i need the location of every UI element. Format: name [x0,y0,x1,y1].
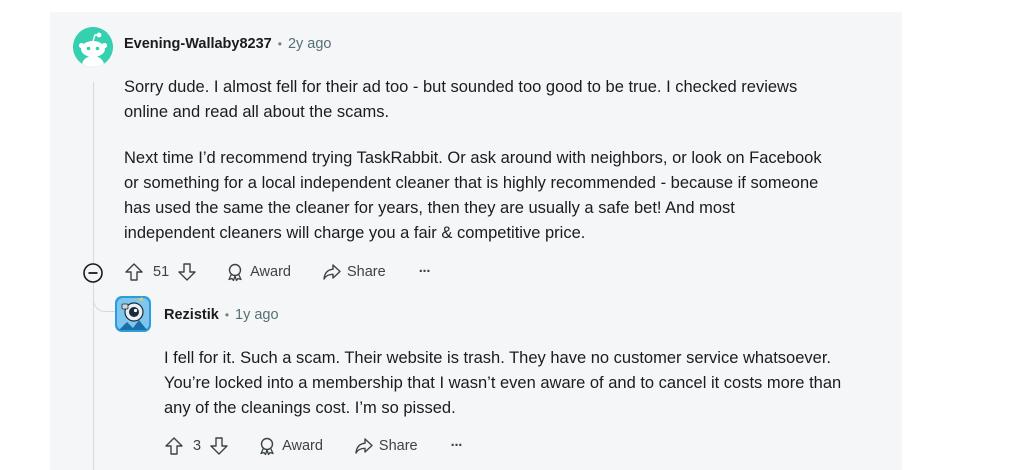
snoo-avatar-icon [73,27,113,67]
meta-separator: • [277,37,282,51]
vote-count: 51 [153,264,170,280]
vote-group: 3 [164,436,229,456]
share-button[interactable]: Share [322,262,386,282]
downvote-icon[interactable] [177,262,197,282]
reply-paragraph: I fell for it. Such a scam. Their websit… [164,349,842,417]
reply-body: I fell for it. Such a scam. Their websit… [164,346,854,421]
comment-author[interactable]: Evening-Wallaby8237 [124,36,272,52]
robot-avatar-icon [115,296,151,332]
comment-paragraph: Next time I’d recommend trying TaskRabbi… [124,149,822,242]
comment-timestamp[interactable]: 2y ago [288,36,332,52]
comment-body: Sorry dude. I almost fell for their ad t… [124,75,824,267]
award-button[interactable]: Award [257,436,323,456]
reply-timestamp[interactable]: 1y ago [235,307,279,323]
collapse-minus-icon [83,263,103,283]
share-icon [323,264,341,280]
vote-group: 51 [124,262,197,282]
award-label: Award [250,264,291,280]
vote-count: 3 [193,438,202,454]
avatar[interactable] [73,27,113,67]
avatar[interactable] [113,294,153,334]
share-button[interactable]: Share [354,436,418,456]
upvote-icon[interactable] [164,436,184,456]
meta-separator: • [224,308,230,322]
award-label: Award [282,438,323,454]
comment-thread-panel: Evening-Wallaby8237 • 2y ago Sorry dude.… [50,12,902,470]
downvote-icon[interactable] [209,436,229,456]
reply-author[interactable]: Rezistik [164,307,219,323]
reply-action-bar: 3 Award Share ··· [164,436,463,456]
more-options-button[interactable]: ··· [451,438,463,454]
award-button[interactable]: Award [225,262,291,282]
comment-paragraph: Sorry dude. I almost fell for their ad t… [124,78,798,121]
award-icon [260,437,274,456]
share-label: Share [378,438,418,454]
award-icon [228,263,242,282]
collapse-button[interactable] [82,262,104,284]
comment-meta: Evening-Wallaby8237 • 2y ago [124,36,332,52]
reply-meta: Rezistik • 1y ago [164,307,279,323]
share-icon [355,438,373,454]
share-label: Share [346,264,386,280]
upvote-icon[interactable] [124,262,144,282]
more-options-button[interactable]: ··· [419,264,431,280]
comment-action-bar: 51 Award Share ··· [124,262,431,282]
